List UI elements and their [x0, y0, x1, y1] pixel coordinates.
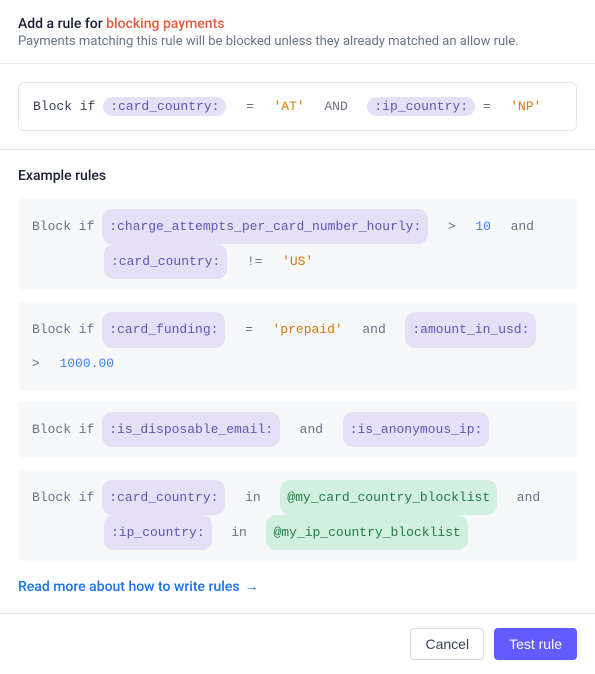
rule-and: AND	[324, 99, 347, 114]
example-rule[interactable]: Block if :card_country: in @my_card_coun…	[18, 469, 577, 561]
page-title: Add a rule for blocking payments	[18, 16, 577, 32]
example-prefix: Block if	[32, 219, 102, 234]
rule-value: 'AT'	[274, 99, 305, 114]
example-op: >	[448, 219, 456, 234]
page-subtitle: Payments matching this rule will be bloc…	[18, 34, 577, 49]
rule-input-section: Block if :card_country: = 'AT' AND :ip_c…	[0, 64, 595, 150]
example-field: :card_country:	[104, 244, 227, 279]
rule-op: =	[483, 99, 491, 114]
rule-op: =	[246, 99, 254, 114]
title-prefix: Add a rule for	[18, 16, 106, 32]
example-op: !=	[247, 254, 263, 269]
example-field: :card_funding:	[102, 312, 225, 347]
example-value: 1000.00	[59, 356, 114, 371]
examples-title: Example rules	[18, 168, 577, 184]
example-op: in	[245, 490, 261, 505]
docs-link-text: Read more about how to write rules	[18, 579, 240, 595]
example-op: in	[231, 525, 247, 540]
example-value: 10	[475, 219, 491, 234]
cancel-button[interactable]: Cancel	[410, 628, 484, 660]
example-variable: @my_ip_country_blocklist	[266, 515, 467, 550]
rule-prefix: Block if	[33, 99, 103, 114]
example-and: and	[300, 422, 323, 437]
test-rule-button[interactable]: Test rule	[494, 628, 577, 660]
header: Add a rule for blocking payments Payment…	[0, 0, 595, 64]
example-value: 'US'	[282, 254, 313, 269]
example-and: and	[362, 322, 385, 337]
title-highlight: blocking payments	[106, 16, 224, 32]
footer: Cancel Test rule	[0, 614, 595, 674]
examples-section: Example rules Block if :charge_attempts_…	[0, 150, 595, 614]
rule-field-card-country: :card_country:	[103, 97, 226, 116]
example-value: 'prepaid'	[273, 322, 343, 337]
example-prefix: Block if	[32, 422, 102, 437]
example-prefix: Block if	[32, 322, 102, 337]
example-rule[interactable]: Block if :charge_attempts_per_card_numbe…	[18, 198, 577, 290]
example-field: :is_disposable_email:	[102, 412, 280, 447]
rule-input[interactable]: Block if :card_country: = 'AT' AND :ip_c…	[18, 82, 577, 131]
example-field: :charge_attempts_per_card_number_hourly:	[102, 209, 428, 244]
example-field: :amount_in_usd:	[405, 312, 536, 347]
docs-link[interactable]: Read more about how to write rules →	[18, 579, 259, 595]
example-and: and	[511, 219, 534, 234]
example-field: :ip_country:	[104, 515, 212, 550]
example-variable: @my_card_country_blocklist	[280, 480, 497, 515]
example-field: :card_country:	[102, 480, 225, 515]
example-rule[interactable]: Block if :is_disposable_email: and :is_a…	[18, 401, 577, 458]
example-op: >	[32, 356, 40, 371]
rule-field-ip-country: :ip_country:	[367, 97, 475, 116]
example-op: =	[245, 322, 253, 337]
example-prefix: Block if	[32, 490, 102, 505]
example-and: and	[517, 490, 540, 505]
arrow-right-icon: →	[245, 580, 259, 594]
example-field: :is_anonymous_ip:	[343, 412, 490, 447]
rule-value: 'NP'	[510, 99, 541, 114]
example-rule[interactable]: Block if :card_funding: = 'prepaid' and …	[18, 301, 577, 389]
